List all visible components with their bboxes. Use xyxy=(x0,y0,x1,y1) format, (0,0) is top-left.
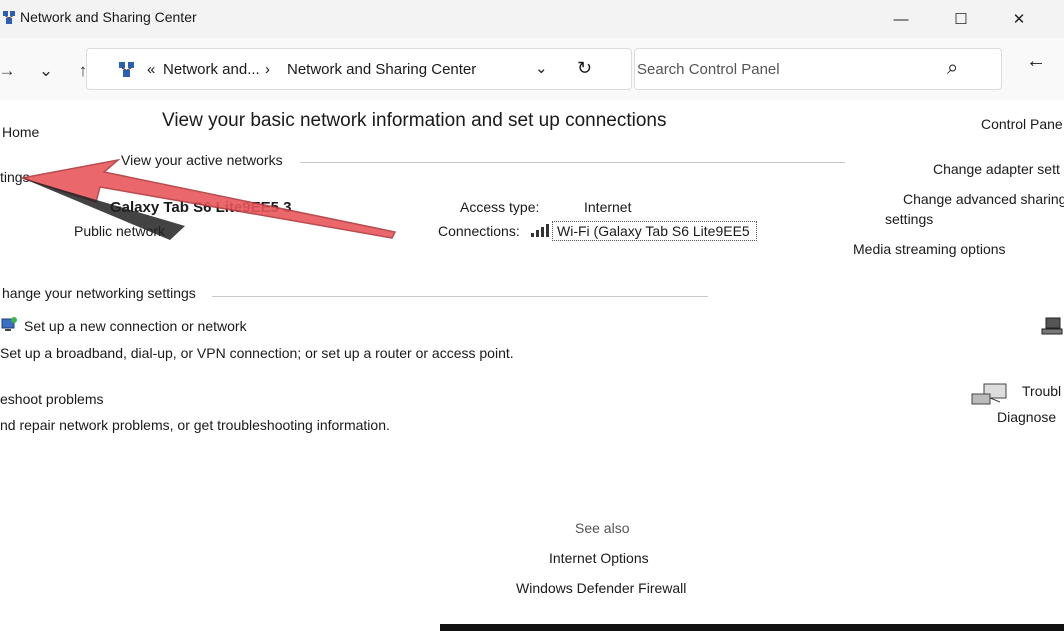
annotation-arrow xyxy=(21,158,397,240)
media-streaming-link[interactable]: Media streaming options xyxy=(853,241,1006,257)
setup-connection-description: Set up a broadband, dial-up, or VPN conn… xyxy=(0,345,514,361)
see-also-heading: See also xyxy=(575,520,630,536)
new-connection-icon xyxy=(0,316,18,337)
networking-settings-divider xyxy=(212,296,708,297)
troubleshoot-icon xyxy=(970,382,1014,411)
troubleshoot-link-right[interactable]: Troubl xyxy=(1022,383,1061,399)
troubleshoot-description: nd repair network problems, or get troub… xyxy=(0,417,390,433)
change-advanced-sharing-link[interactable]: Change advanced sharing xyxy=(903,191,1064,207)
change-adapter-settings-link[interactable]: Change adapter sett xyxy=(933,161,1060,177)
troubleshoot-link[interactable]: eshoot problems xyxy=(0,391,104,407)
control-panel-home-link-right[interactable]: Control Pane xyxy=(981,116,1063,132)
setup-connection-link[interactable]: Set up a new connection or network xyxy=(24,318,247,334)
internet-options-link[interactable]: Internet Options xyxy=(549,550,649,566)
networking-settings-label: hange your networking settings xyxy=(2,285,196,301)
network-device-icon xyxy=(1040,316,1064,341)
windows-defender-firewall-link[interactable]: Windows Defender Firewall xyxy=(516,580,686,596)
change-advanced-sharing-link-cont[interactable]: settings xyxy=(885,211,933,227)
diagnose-text: Diagnose xyxy=(997,409,1057,425)
bottom-edge xyxy=(440,624,1064,631)
